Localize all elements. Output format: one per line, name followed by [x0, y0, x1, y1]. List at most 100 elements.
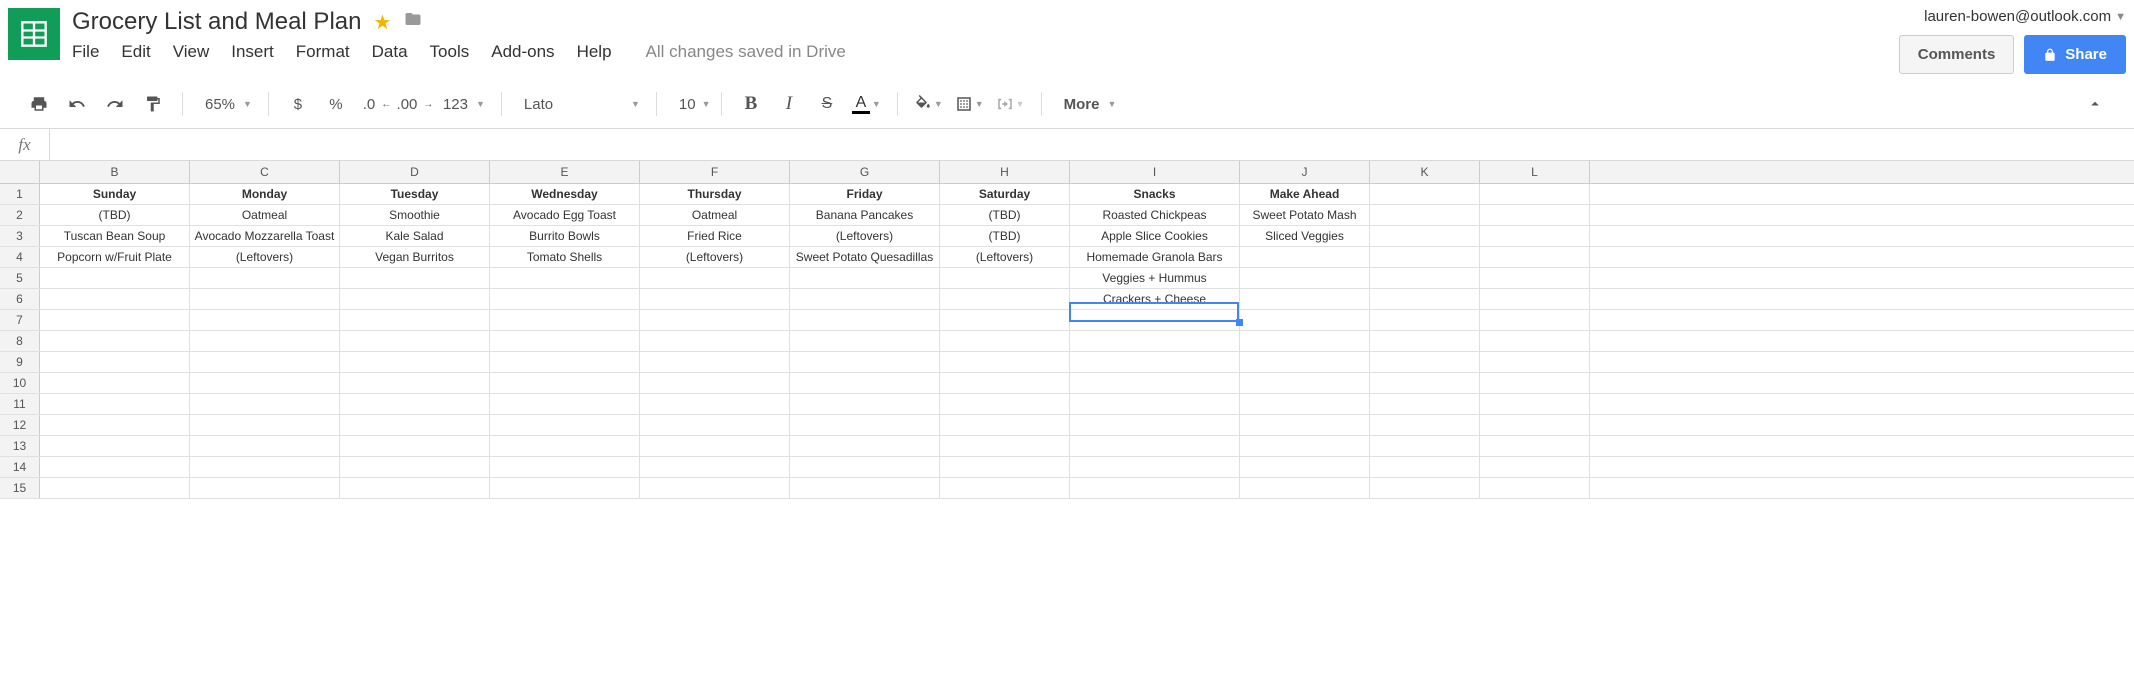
row-header-2[interactable]: 2 [0, 205, 40, 225]
cell[interactable] [640, 415, 790, 435]
menu-view[interactable]: View [173, 42, 210, 62]
number-format-select[interactable]: 123▼ [433, 96, 489, 113]
cell[interactable] [40, 415, 190, 435]
sheets-logo[interactable] [8, 8, 60, 60]
col-header-G[interactable]: G [790, 161, 940, 183]
cell[interactable] [1480, 205, 1590, 225]
cell[interactable] [340, 373, 490, 393]
cell[interactable] [340, 436, 490, 456]
cell[interactable] [190, 478, 340, 498]
merge-cells-button[interactable]: ▼ [992, 95, 1029, 113]
menu-edit[interactable]: Edit [121, 42, 150, 62]
cell[interactable] [1480, 226, 1590, 246]
cell[interactable] [1370, 205, 1480, 225]
cell[interactable]: Wednesday [490, 184, 640, 204]
cell[interactable] [640, 457, 790, 477]
cell[interactable]: Sweet Potato Mash [1240, 205, 1370, 225]
bold-button[interactable]: B [734, 90, 768, 118]
col-header-F[interactable]: F [640, 161, 790, 183]
row-header-11[interactable]: 11 [0, 394, 40, 414]
font-select[interactable]: Lato▼ [514, 96, 644, 113]
cell[interactable] [1480, 394, 1590, 414]
cell[interactable] [1070, 394, 1240, 414]
cell[interactable]: Avocado Egg Toast [490, 205, 640, 225]
cell[interactable] [790, 289, 940, 309]
cell[interactable] [1240, 352, 1370, 372]
cell[interactable] [340, 352, 490, 372]
cell[interactable] [640, 289, 790, 309]
cell[interactable] [640, 310, 790, 330]
cell[interactable]: Kale Salad [340, 226, 490, 246]
cell[interactable]: Saturday [940, 184, 1070, 204]
row-header-10[interactable]: 10 [0, 373, 40, 393]
cell[interactable]: (Leftovers) [790, 226, 940, 246]
col-header-B[interactable]: B [40, 161, 190, 183]
row-header-8[interactable]: 8 [0, 331, 40, 351]
cell[interactable] [190, 310, 340, 330]
cell[interactable] [790, 436, 940, 456]
cell[interactable] [190, 394, 340, 414]
cell[interactable]: Oatmeal [190, 205, 340, 225]
cell[interactable] [1370, 226, 1480, 246]
cell[interactable] [490, 415, 640, 435]
cell[interactable] [490, 331, 640, 351]
user-account[interactable]: lauren-bowen@outlook.com ▼ [1899, 8, 2126, 25]
cell[interactable] [490, 394, 640, 414]
increase-decimal-button[interactable]: .00→ [395, 90, 429, 118]
menu-insert[interactable]: Insert [231, 42, 274, 62]
col-header-K[interactable]: K [1370, 161, 1480, 183]
cell[interactable] [640, 394, 790, 414]
cell[interactable] [1070, 478, 1240, 498]
cell[interactable] [790, 331, 940, 351]
cell[interactable] [340, 415, 490, 435]
cell[interactable] [1070, 352, 1240, 372]
cell[interactable] [640, 352, 790, 372]
row-header-12[interactable]: 12 [0, 415, 40, 435]
cell[interactable] [940, 478, 1070, 498]
cell[interactable] [790, 310, 940, 330]
col-header-H[interactable]: H [940, 161, 1070, 183]
cell[interactable] [1480, 289, 1590, 309]
cell[interactable] [340, 331, 490, 351]
cell[interactable] [340, 310, 490, 330]
currency-button[interactable]: $ [281, 90, 315, 118]
cell[interactable] [190, 331, 340, 351]
cell[interactable] [1240, 268, 1370, 288]
paint-format-button[interactable] [136, 90, 170, 118]
cell[interactable] [1370, 478, 1480, 498]
cell[interactable] [940, 373, 1070, 393]
cell[interactable] [1240, 478, 1370, 498]
cell[interactable] [1480, 415, 1590, 435]
cell[interactable] [190, 415, 340, 435]
cell[interactable] [790, 478, 940, 498]
cell[interactable] [1370, 268, 1480, 288]
cell[interactable]: (TBD) [40, 205, 190, 225]
row-header-6[interactable]: 6 [0, 289, 40, 309]
cell[interactable] [940, 352, 1070, 372]
cell[interactable] [1370, 310, 1480, 330]
cell[interactable]: (Leftovers) [940, 247, 1070, 267]
cell[interactable] [190, 436, 340, 456]
menu-tools[interactable]: Tools [430, 42, 470, 62]
cell[interactable] [1240, 415, 1370, 435]
col-header-D[interactable]: D [340, 161, 490, 183]
cell[interactable] [1480, 310, 1590, 330]
cell[interactable] [340, 478, 490, 498]
col-header-C[interactable]: C [190, 161, 340, 183]
cell[interactable] [190, 457, 340, 477]
cell[interactable]: Sweet Potato Quesadillas [790, 247, 940, 267]
cell[interactable]: (TBD) [940, 226, 1070, 246]
cell[interactable]: Tuscan Bean Soup [40, 226, 190, 246]
cell[interactable] [1480, 331, 1590, 351]
cell[interactable] [40, 373, 190, 393]
cell[interactable]: Sunday [40, 184, 190, 204]
row-header-15[interactable]: 15 [0, 478, 40, 498]
cell[interactable] [1480, 352, 1590, 372]
cell[interactable] [640, 436, 790, 456]
zoom-select[interactable]: 65%▼ [195, 96, 256, 113]
cell[interactable] [640, 373, 790, 393]
cell[interactable] [1480, 436, 1590, 456]
cell[interactable]: Apple Slice Cookies [1070, 226, 1240, 246]
cell[interactable] [1070, 436, 1240, 456]
cell[interactable] [490, 352, 640, 372]
